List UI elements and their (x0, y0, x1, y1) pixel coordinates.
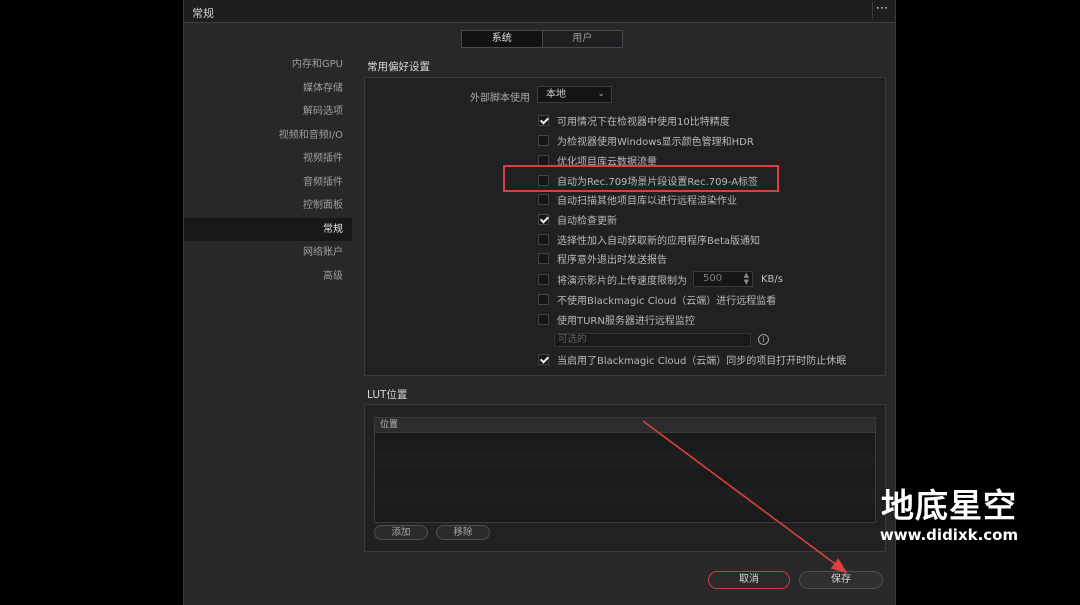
option-scan-remote-render[interactable]: 自动扫描其他项目库以进行远程渲染作业 (538, 190, 737, 208)
lut-column-header: 位置 (375, 418, 875, 433)
stepper-arrows-icon[interactable]: ▲ ▼ (744, 272, 749, 286)
sidebar-item-control-panels[interactable]: 控制面板 (184, 194, 352, 218)
sidebar-item-audio-plugins[interactable]: 音频插件 (184, 171, 352, 195)
watermark-url: www.didixk.com (879, 526, 1019, 544)
remove-lut-button[interactable]: 移除 (436, 525, 490, 540)
sidebar-item-decode-options[interactable]: 解码选项 (184, 100, 352, 124)
table-row[interactable] (375, 451, 875, 469)
upload-limit-value: 500 (703, 273, 723, 284)
sidebar-item-media-storage[interactable]: 媒体存储 (184, 77, 352, 101)
option-label: 自动检查更新 (557, 215, 617, 227)
preferences-window: 常规 ⋯ 系统 用户 内存和GPU 媒体存储 解码选项 视频和音频I/O 视频插… (183, 0, 896, 605)
tab-user[interactable]: 用户 (541, 31, 622, 47)
lut-panel: 位置 添加 移除 (364, 404, 886, 552)
option-beta-notifications[interactable]: 选择性加入自动获取新的应用程序Beta版通知 (538, 230, 760, 248)
watermark-logo: 地底星空 www.didixk.com (874, 486, 1024, 544)
tab-bar: 系统 用户 (461, 30, 623, 48)
option-crash-reports[interactable]: 程序意外退出时发送报告 (538, 249, 667, 267)
checkbox-10bit-precision[interactable] (538, 114, 549, 126)
option-label: 使用TURN服务器进行远程监控 (557, 315, 695, 327)
option-10bit-precision[interactable]: 可用情况下在检视器中使用10比特精度 (538, 111, 730, 129)
option-label: 可用情况下在检视器中使用10比特精度 (557, 116, 730, 128)
option-label: 程序意外退出时发送报告 (557, 254, 667, 266)
highlight-box (503, 165, 779, 192)
upload-limit-unit: KB/s (761, 273, 783, 285)
checkbox-scan-remote-render[interactable] (538, 193, 549, 205)
lut-location-table[interactable]: 位置 (374, 417, 876, 523)
turn-server-input[interactable]: 可选的 (554, 333, 751, 347)
tab-system[interactable]: 系统 (462, 31, 542, 47)
sidebar-item-general[interactable]: 常规 (184, 217, 352, 241)
option-no-cloud-monitoring[interactable]: 不使用Blackmagic Cloud（云端）进行远程监看 (538, 290, 776, 308)
option-label: 当启用了Blackmagic Cloud（云端）同步的项目打开时防止休眠 (557, 355, 847, 367)
table-row[interactable] (375, 433, 875, 451)
sidebar-item-network-accounts[interactable]: 网络账户 (184, 241, 352, 265)
option-windows-hdr[interactable]: 为检视器使用Windows显示颜色管理和HDR (538, 131, 754, 149)
checkbox-auto-check-updates[interactable] (538, 213, 549, 225)
option-label: 自动扫描其他项目库以进行远程渲染作业 (557, 195, 737, 207)
more-options-icon[interactable]: ⋯ (872, 2, 891, 19)
table-row[interactable] (375, 487, 875, 505)
sidebar-item-video-plugins[interactable]: 视频插件 (184, 147, 352, 171)
general-preferences-panel: 外部脚本使用 本地 ⌄ 可用情况下在检视器中使用10比特精度 为检视器使用Win… (364, 77, 886, 376)
window-title: 常规 (192, 7, 214, 20)
external-script-select[interactable]: 本地 ⌄ (537, 86, 612, 103)
sidebar-item-advanced[interactable]: 高级 (184, 265, 352, 289)
table-row[interactable] (375, 469, 875, 487)
checkbox-upload-speed-limit[interactable] (538, 273, 549, 285)
option-upload-speed-limit[interactable]: 将演示影片的上传速度限制为 500 ▲ ▼ KB/s (538, 270, 783, 288)
info-icon[interactable]: i (758, 334, 769, 345)
external-script-value: 本地 (546, 89, 566, 100)
checkbox-windows-hdr[interactable] (538, 134, 549, 146)
save-button[interactable]: 保存 (799, 571, 883, 589)
checkbox-prevent-sleep[interactable] (538, 353, 549, 365)
sidebar: 内存和GPU 媒体存储 解码选项 视频和音频I/O 视频插件 音频插件 控制面板… (184, 53, 352, 288)
checkbox-no-cloud-monitoring[interactable] (538, 293, 549, 305)
add-lut-button[interactable]: 添加 (374, 525, 428, 540)
chevron-down-icon: ⌄ (597, 89, 605, 99)
checkbox-crash-reports[interactable] (538, 252, 549, 264)
cancel-button[interactable]: 取消 (708, 571, 790, 589)
external-script-label: 外部脚本使用 (470, 93, 530, 104)
checkbox-turn-server[interactable] (538, 313, 549, 325)
watermark-text: 地底星空 (881, 486, 1017, 525)
checkbox-beta-notifications[interactable] (538, 233, 549, 245)
option-label: 为检视器使用Windows显示颜色管理和HDR (557, 136, 754, 148)
sidebar-item-video-audio-io[interactable]: 视频和音频I/O (184, 124, 352, 148)
upload-limit-input[interactable]: 500 ▲ ▼ (693, 271, 753, 287)
lut-section-title: LUT位置 (367, 389, 408, 401)
option-label: 不使用Blackmagic Cloud（云端）进行远程监看 (557, 295, 777, 307)
title-bar: 常规 ⋯ (184, 0, 895, 23)
sidebar-item-memory-gpu[interactable]: 内存和GPU (184, 53, 352, 77)
option-auto-check-updates[interactable]: 自动检查更新 (538, 210, 617, 228)
option-turn-server[interactable]: 使用TURN服务器进行远程监控 (538, 310, 695, 328)
option-label: 选择性加入自动获取新的应用程序Beta版通知 (557, 235, 761, 247)
option-prevent-sleep[interactable]: 当启用了Blackmagic Cloud（云端）同步的项目打开时防止休眠 (538, 350, 846, 368)
general-section-title: 常用偏好设置 (367, 61, 430, 73)
checkbox-optimize-cloud-traffic[interactable] (538, 154, 549, 166)
option-label: 将演示影片的上传速度限制为 (557, 275, 687, 287)
table-row[interactable] (375, 505, 875, 523)
